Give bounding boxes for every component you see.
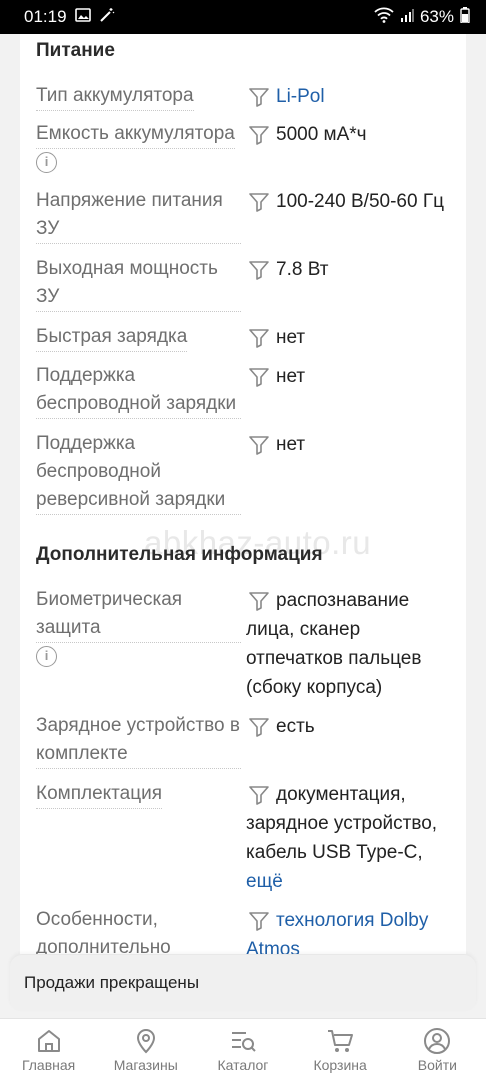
spec-value: распознавание лица, сканер отпечатков па… [246, 590, 422, 698]
spec-value: нет [276, 366, 306, 387]
map-pin-icon [136, 1028, 155, 1053]
spec-label: Емкость аккумулятора i [36, 120, 241, 177]
spec-value: документация, зарядное устройство, кабел… [246, 784, 438, 892]
spec-label: Быстрая зарядка [36, 323, 241, 352]
spec-label: Поддержка беспроводной реверсивной заряд… [36, 430, 241, 515]
gallery-icon [74, 7, 91, 27]
nav-login[interactable]: Войти [392, 1027, 482, 1073]
home-icon [37, 1029, 60, 1052]
sales-stopped-notice: Продажи прекращены [10, 955, 476, 1011]
spec-label: Напряжение питания ЗУ [36, 187, 241, 244]
nav-label: Магазины [113, 1056, 178, 1073]
specs-card: Питание Тип аккумулятора Li-Pol Емкость … [20, 34, 466, 954]
spec-value-link[interactable]: Li-Pol [246, 82, 456, 111]
magic-wand-icon [99, 7, 115, 28]
nav-label: Главная [21, 1056, 76, 1073]
spec-value: 5000 мА*ч [276, 124, 367, 145]
nav-label: Корзина [313, 1056, 367, 1073]
spec-value: нет [276, 327, 306, 348]
section-title-extra: Дополнительная информация [36, 544, 323, 565]
nav-catalog[interactable]: Каталог [198, 1027, 288, 1073]
nav-label: Каталог [217, 1056, 269, 1073]
spec-label: Зарядное устройство в комплекте [36, 712, 241, 769]
spec-value: 7.8 Вт [276, 259, 329, 280]
nav-stores[interactable]: Магазины [101, 1027, 191, 1073]
cart-icon [328, 1029, 354, 1052]
user-icon [424, 1027, 451, 1054]
spec-label: Тип аккумулятора [36, 82, 241, 111]
spec-label: Поддержка беспроводной зарядки [36, 362, 241, 419]
signal-icon [400, 7, 414, 27]
nav-home[interactable]: Главная [4, 1027, 94, 1073]
spec-label: Особенности, дополнительно [36, 906, 241, 954]
nav-label: Войти [417, 1056, 457, 1073]
spec-value: есть [276, 716, 315, 737]
status-time: 01:19 [24, 7, 67, 26]
spec-value-link[interactable]: технология Dolby Atmos [246, 906, 456, 954]
spec-value: 100-240 В/50-60 Гц [276, 191, 445, 212]
section-title-power: Питание [36, 40, 115, 61]
spec-label: Выходная мощность ЗУ [36, 255, 241, 312]
battery-icon [460, 6, 470, 28]
battery-percent: 63% [419, 7, 454, 26]
info-icon[interactable]: i [36, 152, 57, 174]
wifi-icon [374, 7, 394, 28]
info-icon[interactable]: i [36, 646, 57, 668]
spec-value: нет [276, 434, 306, 455]
show-more-link[interactable]: ещё [246, 871, 283, 892]
spec-label: Комплектация [36, 780, 241, 809]
status-bar: 01:19 63% [0, 0, 486, 34]
spec-label: Биометрическая защита i [36, 586, 241, 671]
catalog-search-icon [231, 1031, 256, 1052]
bottom-nav: Главная Магазины Каталог Корзина Войти [0, 1018, 486, 1080]
nav-cart[interactable]: Корзина [295, 1027, 385, 1073]
